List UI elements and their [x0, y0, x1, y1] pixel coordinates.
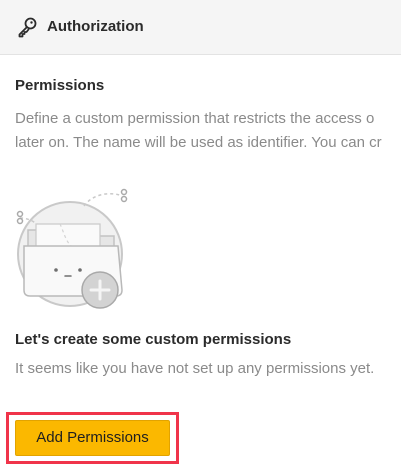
panel-header: Authorization — [0, 0, 401, 55]
permissions-description: Define a custom permission that restrict… — [15, 107, 401, 155]
permissions-heading: Permissions — [15, 77, 105, 94]
empty-state-title: Let's create some custom permissions — [15, 331, 292, 348]
add-permissions-button[interactable]: Add Permissions — [15, 420, 170, 456]
authorization-panel: Authorization Permissions Define a custo… — [0, 0, 401, 471]
description-line: Define a custom permission that restrict… — [15, 110, 375, 127]
panel-title: Authorization — [47, 18, 144, 35]
folder-add-illustration — [16, 188, 128, 309]
empty-state-text: It seems like you have not set up any pe… — [15, 360, 375, 377]
key-icon — [18, 17, 37, 38]
description-line: later on. The name will be used as ident… — [15, 134, 382, 151]
